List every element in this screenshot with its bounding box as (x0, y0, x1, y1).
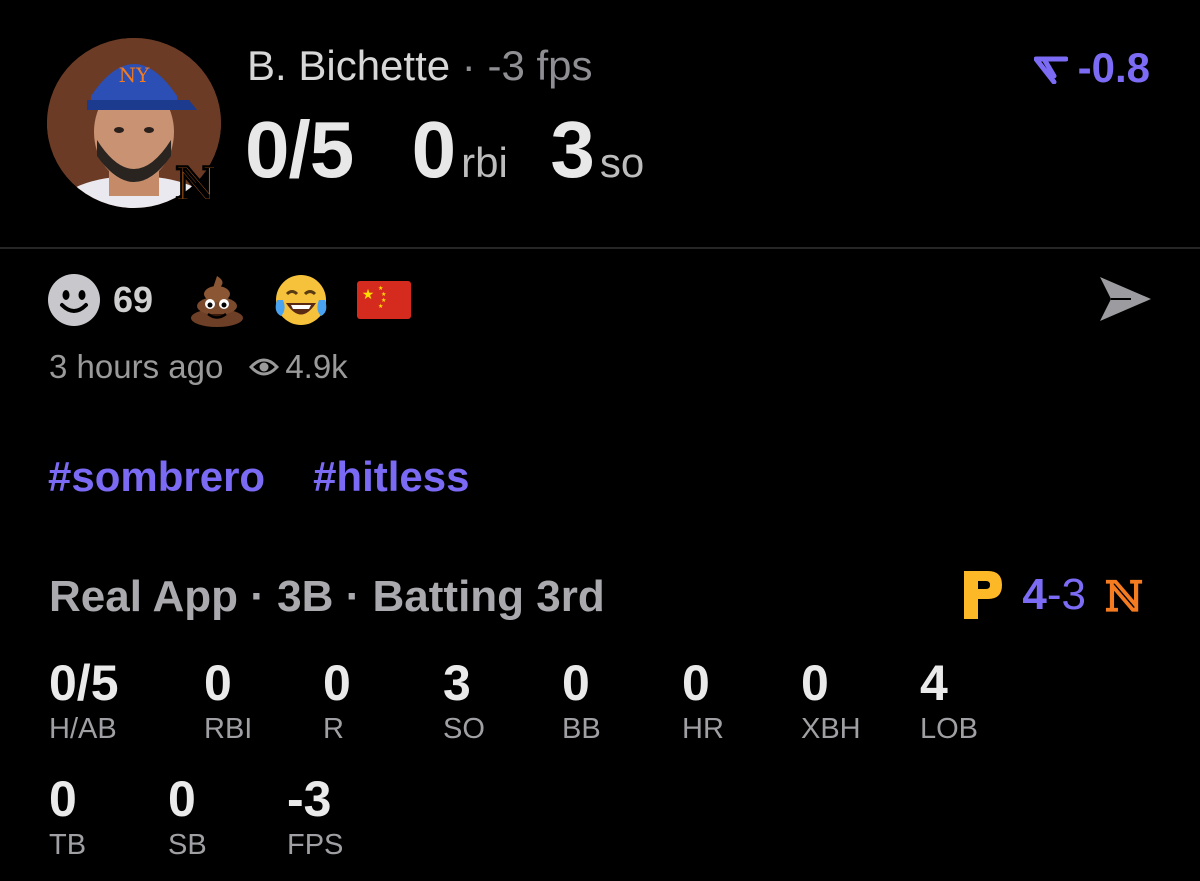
mets-logo-icon: ℕ (172, 150, 220, 214)
stat-label: XBH (801, 713, 861, 745)
svg-text:★: ★ (381, 297, 386, 304)
player-name[interactable]: B. Bichette (247, 42, 450, 89)
stat-so: 3 SO (443, 656, 485, 746)
stat-value: -3 (287, 771, 332, 827)
game-score[interactable]: 4-3 ℕ (960, 565, 1144, 625)
stat-label: TB (49, 829, 87, 861)
score: 4-3 (1022, 570, 1086, 620)
stat-label: R (323, 713, 344, 745)
eye-icon (249, 358, 280, 376)
stat-hr: 0 HR (682, 656, 724, 746)
poop-emoji-icon[interactable] (189, 272, 245, 328)
stat-r: 0 R (323, 656, 351, 746)
stat-label: BB (562, 713, 601, 745)
svg-text:★: ★ (378, 303, 383, 310)
stat-value: 0 (49, 771, 77, 827)
svg-text:NY: NY (119, 63, 151, 87)
svg-text:★: ★ (381, 291, 386, 298)
so-value: 3 (550, 105, 594, 194)
score-pirates: 4 (1022, 570, 1047, 619)
reactions-bar: 69 ★ ★ ★ ★ ★ (47, 272, 439, 328)
time-ago: 3 hours ago (49, 348, 224, 385)
stat-xbh: 0 XBH (801, 656, 861, 746)
tears-of-joy-emoji-icon[interactable] (273, 272, 329, 328)
stat-lob: 4 LOB (920, 656, 978, 746)
stat-rbi: 0 RBI (204, 656, 252, 746)
stat-value: 0 (204, 655, 232, 711)
stat-sb: 0 SB (168, 772, 207, 862)
hashtags: #sombrero #hitless (48, 453, 518, 501)
smile-reaction-icon[interactable] (47, 273, 101, 327)
send-icon[interactable] (1097, 274, 1153, 324)
mets-logo-icon: ℕ (1105, 572, 1143, 621)
delta-number: -0.8 (1077, 44, 1150, 91)
pirates-logo-icon (964, 571, 1003, 619)
svg-text:★: ★ (362, 286, 375, 302)
svg-text:ℕ: ℕ (1105, 572, 1143, 621)
player-line: B. Bichette · -3 fps (247, 42, 593, 90)
stat-value: 0 (323, 655, 351, 711)
svg-text:ℕ: ℕ (175, 157, 217, 211)
stat-label: HR (682, 713, 724, 745)
game-info: Real App · 3B · Batting 3rd (49, 572, 605, 621)
rbi-value: 0 (411, 105, 456, 194)
stat-label: LOB (920, 713, 979, 745)
post-meta: 3 hours ago 4.9k (49, 348, 348, 386)
stat-label: H/AB (49, 713, 117, 745)
view-count: 4.9k (285, 348, 348, 385)
rbi-unit: rbi (461, 139, 508, 186)
hits-ab-value: 0/5 (245, 105, 354, 194)
stat-fps: -3 FPS (287, 772, 343, 862)
reaction-count: 69 (113, 279, 154, 320)
stat-value: 0 (682, 655, 710, 711)
stat-label: FPS (287, 829, 344, 861)
delta-value[interactable]: -0.8 (1033, 44, 1150, 92)
tag-sombrero[interactable]: #sombrero (48, 453, 265, 500)
trend-down-icon (1033, 56, 1069, 85)
stat-label: RBI (204, 713, 253, 745)
svg-text:★: ★ (378, 285, 383, 292)
score-dash: - (1046, 570, 1062, 619)
stat-value: 4 (920, 655, 948, 711)
stat-label: SO (443, 713, 485, 745)
stat-value: 0 (801, 655, 829, 711)
fps-text: -3 fps (487, 42, 593, 89)
tag-hitless[interactable]: #hitless (313, 453, 469, 500)
china-flag-icon[interactable]: ★ ★ ★ ★ ★ (357, 281, 412, 319)
stat-tb: 0 TB (49, 772, 86, 862)
stat-value: 0 (168, 771, 196, 827)
stat-bb: 0 BB (562, 656, 601, 746)
separator: · (461, 42, 476, 89)
stat-label: SB (168, 829, 207, 861)
stat-value: 3 (443, 655, 471, 711)
score-summary: 0/5 0 rbi 3 so (245, 104, 682, 196)
stat-value: 0 (562, 655, 590, 711)
score-mets: 3 (1061, 570, 1086, 619)
divider (0, 247, 1200, 249)
stat-value: 0/5 (49, 655, 119, 711)
stat-h-ab: 0/5 H/AB (49, 656, 119, 746)
so-unit: so (599, 139, 645, 186)
